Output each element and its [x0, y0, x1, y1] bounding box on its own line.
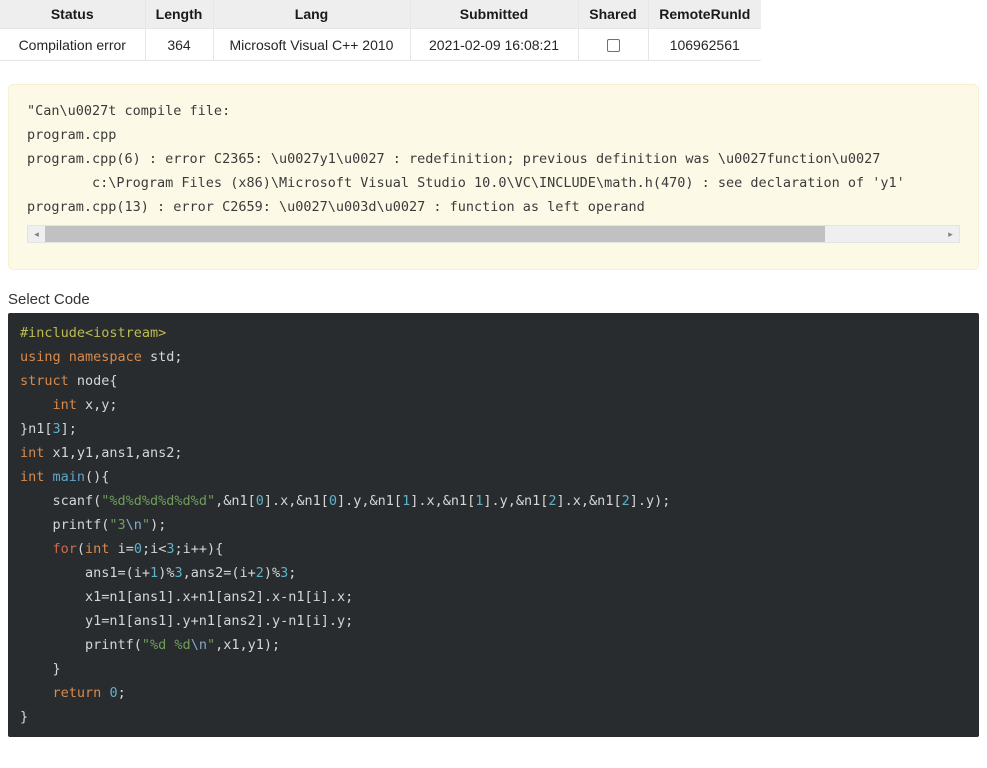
code-token: )%: [158, 565, 175, 581]
code-token: ].x,&n1[: [263, 493, 329, 509]
code-token: 3: [174, 565, 183, 581]
code-token: 0: [328, 493, 338, 509]
code-token: ": [206, 637, 216, 653]
code-token: for: [52, 541, 77, 557]
code-token: (: [76, 541, 86, 557]
code-token: node{: [68, 373, 118, 389]
code-token: 0: [255, 493, 264, 509]
code-token: 1: [402, 493, 411, 509]
code-token: ;: [117, 685, 126, 701]
cell-remoterunid: 106962561: [648, 28, 761, 61]
code-token: 2: [548, 493, 557, 509]
code-token: ;: [288, 565, 297, 581]
code-token: int: [85, 541, 110, 557]
code-token: "%d%d%d%d%d%d": [101, 493, 216, 509]
code-token: ,x1,y1);: [215, 637, 281, 653]
code-token: ,&n1[: [215, 493, 256, 509]
code-token: ].y);: [629, 493, 671, 509]
code-token: printf(: [20, 637, 142, 653]
code-token: ].x,&n1[: [556, 493, 622, 509]
code-token: 3: [166, 541, 175, 557]
code-token: }n1[: [20, 421, 53, 437]
code-token: return: [52, 685, 102, 701]
code-token: "3: [109, 517, 126, 533]
code-token: 0: [109, 685, 118, 701]
column-header-lang: Lang: [213, 0, 411, 29]
column-header-submitted: Submitted: [410, 0, 579, 29]
submission-table-wrapper: Status Length Lang Submitted Shared Remo…: [0, 0, 987, 61]
table-header-row: Status Length Lang Submitted Shared Remo…: [0, 0, 761, 29]
code-token: ].x,&n1[: [410, 493, 476, 509]
cell-shared: [578, 28, 649, 61]
select-code-label: Select Code: [8, 291, 90, 308]
column-header-length: Length: [145, 0, 214, 29]
code-token: x,y;: [76, 397, 118, 413]
code-token: ].y,&n1[: [337, 493, 403, 509]
code-token: "%d %d: [141, 637, 191, 653]
code-token: );: [150, 517, 167, 533]
code-token: 2: [255, 565, 264, 581]
code-token: scanf(: [20, 493, 102, 509]
scrollbar-thumb[interactable]: [45, 226, 826, 242]
code-token: }: [20, 661, 61, 677]
source-code-text: #include<iostream> using namespace std; …: [8, 321, 979, 729]
code-token: ;i<: [141, 541, 167, 557]
code-token: ];: [60, 421, 77, 437]
code-token: \n: [125, 517, 142, 533]
compile-error-text: "Can\u0027t compile file: program.cpp pr…: [27, 103, 905, 215]
code-token: ,ans2=(i+: [182, 565, 256, 581]
code-token: int: [20, 445, 45, 461]
code-token: 1: [150, 565, 159, 581]
cell-length: 364: [145, 28, 214, 61]
scroll-left-arrow-icon[interactable]: ◂: [28, 226, 45, 242]
code-token: y1=n1[ans1].y+n1[ans2].y-n1[i].y;: [20, 613, 354, 629]
code-token: \n: [190, 637, 207, 653]
scrollbar-track[interactable]: [45, 226, 942, 242]
code-token: #include<iostream>: [20, 325, 167, 341]
submission-table: Status Length Lang Submitted Shared Remo…: [0, 0, 761, 61]
code-token: ans1=(i+: [20, 565, 151, 581]
code-token: x1=n1[ans1].x+n1[ans2].x-n1[i].x;: [20, 589, 354, 605]
code-token: ;i++){: [174, 541, 224, 557]
table-row: Compilation error 364 Microsoft Visual C…: [0, 28, 761, 61]
code-token: 3: [52, 421, 61, 437]
column-header-shared: Shared: [578, 0, 649, 29]
code-token: }: [20, 709, 29, 725]
shared-checkbox[interactable]: [606, 39, 620, 53]
code-token: 0: [133, 541, 142, 557]
code-token: i=: [109, 541, 134, 557]
code-token: struct: [20, 373, 69, 389]
code-token: )%: [263, 565, 281, 581]
cell-submitted: 2021-02-09 16:08:21: [410, 28, 579, 61]
scroll-right-arrow-icon[interactable]: ▸: [942, 226, 959, 242]
column-header-status: Status: [0, 0, 146, 29]
cell-status[interactable]: Compilation error: [0, 28, 146, 61]
cell-lang: Microsoft Visual C++ 2010: [213, 28, 411, 61]
code-token: int: [52, 397, 77, 413]
compile-error-panel: "Can\u0027t compile file: program.cpp pr…: [8, 84, 979, 270]
source-code-block[interactable]: #include<iostream> using namespace std; …: [8, 313, 979, 737]
code-token: ].y,&n1[: [483, 493, 549, 509]
code-token: (){: [85, 469, 110, 485]
compile-error-horizontal-scrollbar[interactable]: ◂ ▸: [27, 225, 960, 243]
code-token: main: [52, 469, 86, 485]
code-token: int: [20, 469, 45, 485]
code-token: using namespace: [20, 349, 142, 365]
code-token: ": [141, 517, 151, 533]
code-token: printf(: [20, 517, 110, 533]
code-token: x1,y1,ans1,ans2;: [44, 445, 183, 461]
column-header-remoterunid: RemoteRunId: [648, 0, 761, 29]
code-token: std;: [141, 349, 183, 365]
code-token: 2: [621, 493, 630, 509]
